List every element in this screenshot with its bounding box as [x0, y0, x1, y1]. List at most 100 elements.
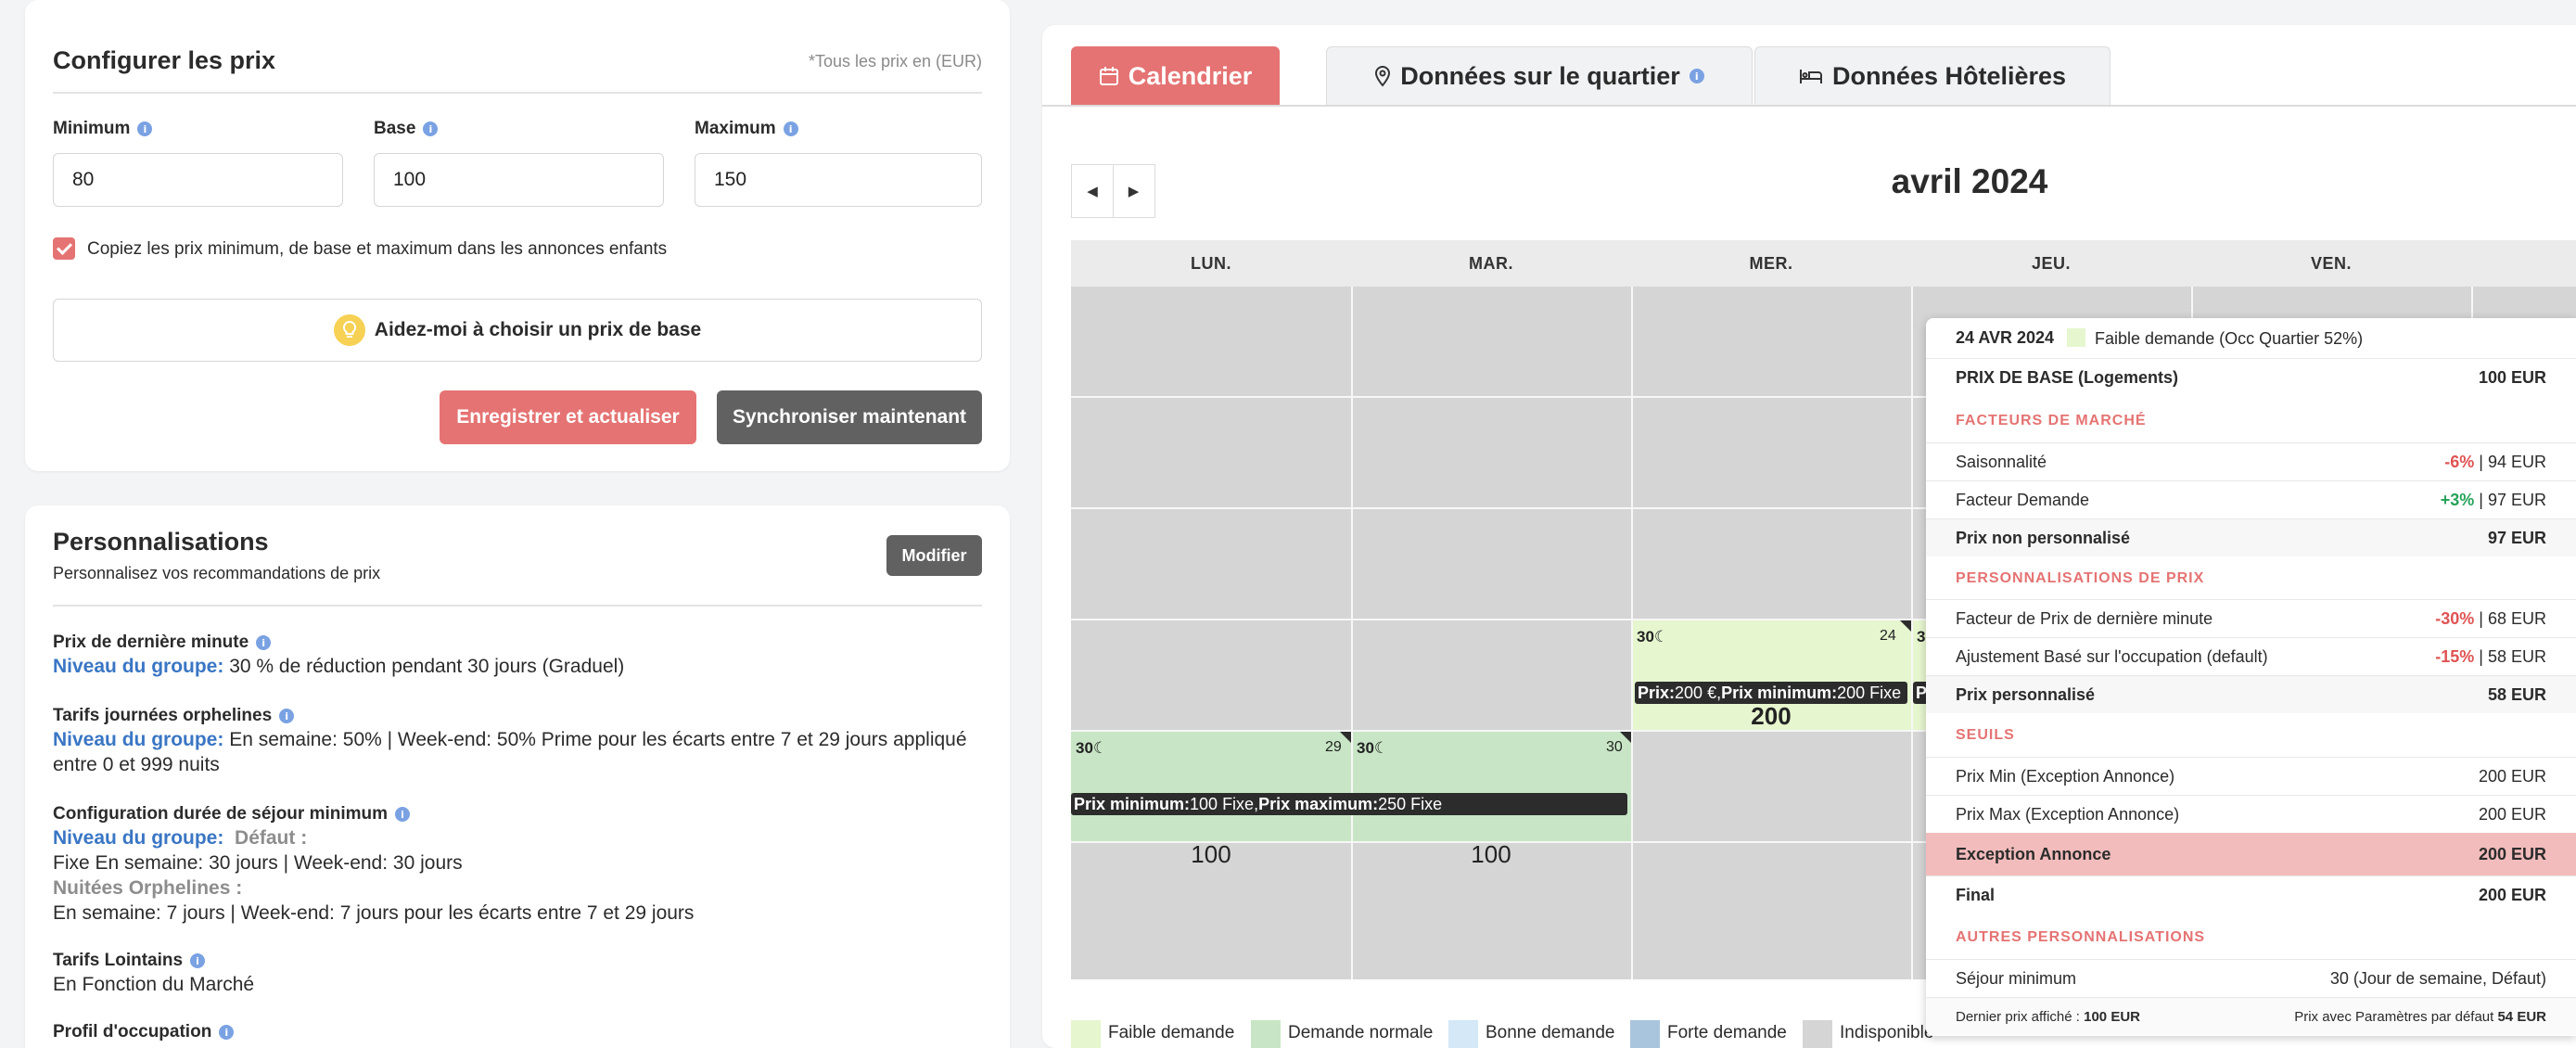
- calendar-icon: [1099, 67, 1118, 85]
- min-stay-label: 30☾: [1637, 628, 1669, 645]
- dow-sat: [2471, 240, 2576, 287]
- other-customizations-header: AUTRES PERSONNALISATIONS: [1956, 929, 2206, 945]
- market-factors-header: FACTEURS DE MARCHÉ: [1956, 413, 2147, 428]
- customizations-card: Personnalisations Personnalisez vos reco…: [25, 505, 1010, 1048]
- maximum-input[interactable]: [695, 153, 982, 207]
- min-stay-row: Séjour minimum 30 (Jour de semaine, Défau…: [1926, 959, 2576, 997]
- orphan-title: Tarifs journées orphelines i: [53, 706, 295, 726]
- grid-line: [1631, 287, 1633, 979]
- help-base-price-button[interactable]: Aidez-moi à choisir un prix de base: [53, 299, 982, 362]
- grid-line: [1351, 287, 1353, 979]
- far-rates-title: Tarifs Lointains i: [53, 951, 206, 971]
- legend-label-low: Faible demande: [1108, 1023, 1235, 1042]
- perso-subtitle: Personnalisez vos recommandations de pri…: [53, 564, 381, 582]
- dow-tue: MAR.: [1351, 240, 1631, 287]
- min-stay-label-partial: 3: [1917, 628, 1926, 645]
- dow-thu: JEU.: [1911, 240, 2191, 287]
- unpersonalized-row: Prix non personnalisé 97 EUR: [1926, 518, 2576, 556]
- tab-calendar-label: Calendrier: [1128, 61, 1253, 90]
- orphan-value-2: entre 0 et 999 nuits: [53, 754, 220, 775]
- min-stay-label: 30☾: [1076, 739, 1108, 757]
- legend-swatch-good: [1448, 1020, 1478, 1048]
- seasonality-row: Saisonnalité -6% | 94 EUR: [1926, 442, 2576, 480]
- legend-swatch-unavailable: [1803, 1020, 1832, 1048]
- map-pin-icon: [1375, 65, 1391, 87]
- sync-now-button[interactable]: Synchroniser maintenant: [717, 390, 982, 444]
- day-number: 24: [1880, 628, 1896, 644]
- currency-note: *Tous les prix en (EUR): [808, 52, 982, 70]
- modify-button[interactable]: Modifier: [886, 535, 982, 576]
- legend-swatch-high: [1630, 1020, 1660, 1048]
- price-config-card: Configurer les prix *Tous les prix en (E…: [25, 0, 1010, 471]
- copy-prices-checkbox[interactable]: [53, 237, 75, 260]
- minimum-label: Minimum i: [53, 119, 153, 139]
- occupancy-adjust-row: Ajustement Basé sur l'occupation (defaul…: [1926, 637, 2576, 675]
- minimum-input[interactable]: [53, 153, 343, 207]
- info-icon[interactable]: i: [137, 121, 153, 136]
- tab-hotel-label: Données Hôtelières: [1831, 61, 2067, 90]
- info-icon[interactable]: i: [1689, 69, 1704, 83]
- legend-swatch-normal: [1251, 1020, 1281, 1048]
- min-stay-orphan-label: Nuitées Orphelines :: [53, 877, 243, 899]
- day-price: 100: [1191, 840, 1231, 868]
- price-customizations-header: PERSONNALISATIONS DE PRIX: [1956, 570, 2205, 586]
- listing-exception-row: Exception Annonce 200 EUR: [1926, 833, 2576, 875]
- tab-neighborhood[interactable]: Données sur le quartier i: [1326, 46, 1753, 105]
- min-stay-label: 30☾: [1357, 739, 1389, 757]
- price-breakdown-popup: 24 AVR 2024 Faible demande (Occ Quartier…: [1926, 318, 2576, 1036]
- orphan-value: Niveau du groupe: En semaine: 50% | Week…: [53, 729, 967, 750]
- far-rates-value: En Fonction du Marché: [53, 974, 255, 995]
- base-price-row: PRIX DE BASE (Logements) 100 EUR: [1926, 358, 2576, 396]
- tab-hotel[interactable]: Données Hôtelières: [1754, 46, 2111, 105]
- min-stay-group: Niveau du groupe: Défaut :: [53, 827, 308, 849]
- day-price: 100: [1471, 840, 1511, 868]
- bed-icon: [1799, 70, 1822, 83]
- legend-label-high: Forte demande: [1667, 1023, 1787, 1042]
- dow-wed: MER.: [1631, 240, 1911, 287]
- tab-neighborhood-label: Données sur le quartier: [1400, 61, 1680, 90]
- last-minute-value: Niveau du groupe: 30 % de réduction pend…: [53, 656, 625, 677]
- thresholds-header: SEUILS: [1956, 727, 2015, 743]
- last-minute-title: Prix de dernière minute i: [53, 633, 272, 653]
- config-divider: [53, 92, 982, 94]
- tabs-divider: [1042, 105, 2576, 107]
- min-price-row: Prix Min (Exception Annonce) 200 EUR: [1926, 757, 2576, 795]
- demand-factor-row: Facteur Demande +3% | 97 EUR: [1926, 480, 2576, 518]
- min-stay-line2: En semaine: 7 jours | Week-end: 7 jours …: [53, 902, 695, 924]
- min-stay-line1: Fixe En semaine: 30 jours | Week-end: 30…: [53, 852, 463, 874]
- corner-marker: [1900, 620, 1911, 632]
- legend-label-normal: Demande normale: [1288, 1023, 1434, 1042]
- info-icon[interactable]: i: [256, 635, 272, 650]
- popup-date: 24 AVR 2024: [1956, 328, 2055, 347]
- perso-divider: [53, 605, 982, 607]
- dow-fri: VEN.: [2191, 240, 2471, 287]
- min-stay-title: Configuration durée de séjour minimum i: [53, 804, 411, 824]
- max-price-row: Prix Max (Exception Annonce) 200 EUR: [1926, 795, 2576, 833]
- demand-swatch: [2067, 328, 2085, 347]
- price-info-bar: Prix minimum: 100 Fixe, Prix maximum: 25…: [1071, 793, 1627, 815]
- month-title: avril 2024: [1891, 162, 2048, 200]
- personalized-row: Prix personnalisé 58 EUR: [1926, 675, 2576, 713]
- info-icon[interactable]: i: [279, 709, 295, 723]
- day-price: 200: [1751, 702, 1792, 730]
- config-title: Configurer les prix: [53, 46, 276, 74]
- base-input[interactable]: [374, 153, 664, 207]
- info-icon[interactable]: i: [219, 1025, 235, 1040]
- popup-footer: Dernier prix affiché : 100 EUR Prix avec…: [1926, 997, 2576, 1035]
- corner-marker: [1620, 732, 1631, 743]
- dow-mon: LUN.: [1071, 240, 1351, 287]
- legend-label-good: Bonne demande: [1486, 1023, 1615, 1042]
- info-icon[interactable]: i: [783, 121, 798, 136]
- final-price-row: Final 200 EUR: [1926, 875, 2576, 914]
- base-label: Base i: [374, 119, 439, 139]
- last-minute-row: Facteur de Prix de dernière minute -30% |…: [1926, 599, 2576, 637]
- info-icon[interactable]: i: [190, 953, 206, 968]
- help-button-label: Aidez-moi à choisir un prix de base: [374, 319, 702, 340]
- lightbulb-icon: [333, 314, 365, 346]
- tab-calendar[interactable]: Calendrier: [1071, 46, 1280, 105]
- save-refresh-button[interactable]: Enregistrer et actualiser: [440, 390, 696, 444]
- info-icon[interactable]: i: [395, 807, 411, 822]
- info-icon[interactable]: i: [423, 121, 439, 136]
- corner-marker: [1340, 732, 1351, 743]
- maximum-label: Maximum i: [695, 119, 798, 139]
